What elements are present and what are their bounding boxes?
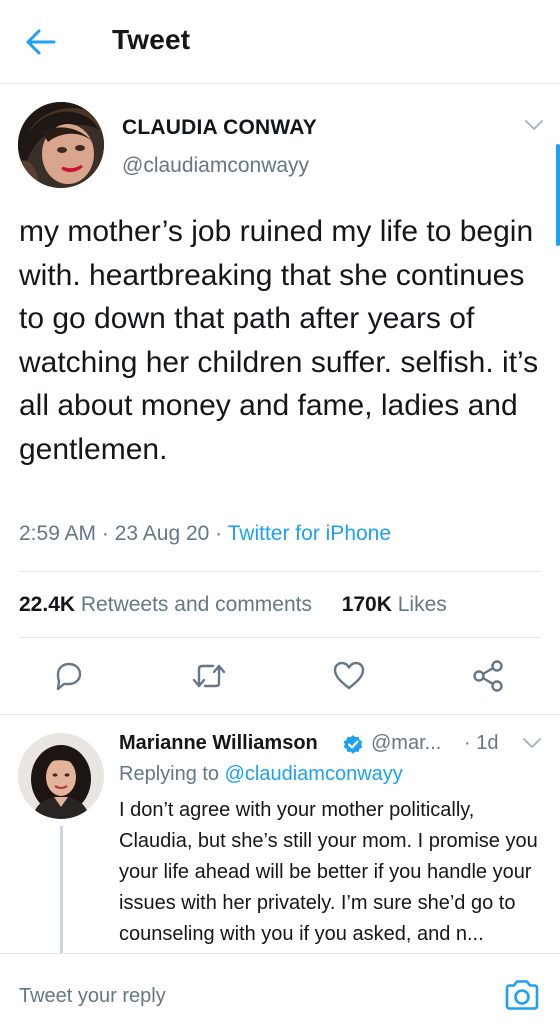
- reply-author-name[interactable]: Marianne Williamson: [119, 732, 318, 755]
- chevron-down-icon[interactable]: [523, 118, 545, 132]
- likes-stat[interactable]: 170K Likes: [342, 593, 447, 616]
- heart-icon: [333, 661, 365, 690]
- retweets-stat[interactable]: 22.4K Retweets and comments: [19, 593, 312, 616]
- divider: [0, 714, 560, 715]
- meta-separator: ·: [101, 522, 115, 545]
- retweets-label: Retweets and comments: [80, 593, 312, 616]
- reply-button[interactable]: [48, 656, 88, 696]
- reply-author-avatar[interactable]: [18, 733, 104, 819]
- tweet-time: 2:59 AM: [19, 522, 97, 545]
- likes-count: 170K: [341, 593, 392, 616]
- tweet-meta: 2:59 AM · 23 Aug 20 · Twitter for iPhone: [19, 522, 391, 546]
- retweets-count: 22.4K: [19, 593, 76, 616]
- page-title: Tweet: [112, 24, 191, 55]
- author-handle[interactable]: @claudiamconwayy: [122, 154, 309, 178]
- like-button[interactable]: [329, 656, 369, 696]
- verified-badge-icon: [343, 735, 363, 754]
- chevron-down-icon[interactable]: [521, 736, 543, 750]
- reply-composer: Tweet your reply: [0, 953, 560, 1024]
- reply-icon: [56, 662, 82, 691]
- reply-input[interactable]: Tweet your reply: [19, 985, 166, 1008]
- reply-text: I don’t agree with your mother political…: [119, 799, 538, 945]
- divider: [19, 571, 541, 572]
- scrollbar[interactable]: [556, 144, 560, 246]
- author-name[interactable]: CLAUDIA CONWAY: [122, 116, 317, 140]
- tweet-text: my mother’s job ruined my life to begin …: [19, 215, 539, 466]
- divider: [19, 637, 541, 638]
- tweet-source-link[interactable]: Twitter for iPhone: [228, 522, 391, 545]
- arrow-left-icon: [26, 29, 56, 55]
- retweet-button[interactable]: [189, 656, 229, 696]
- likes-label: Likes: [397, 593, 447, 616]
- tweet-date: 23 Aug 20: [114, 522, 210, 545]
- reply-author-handle[interactable]: @mar...: [371, 732, 441, 755]
- camera-icon: [505, 980, 539, 1010]
- reply-timestamp: · 1d: [464, 732, 499, 754]
- retweet-icon: [192, 664, 226, 688]
- tweet-stats: 22.4K Retweets and comments 170K Likes: [19, 593, 447, 617]
- share-icon: [473, 660, 503, 692]
- top-bar: Tweet: [0, 0, 560, 84]
- replying-to: Replying to @claudiamconwayy: [119, 763, 403, 786]
- replying-to-mention[interactable]: @claudiamconwayy: [225, 763, 403, 785]
- thread-line: [60, 826, 63, 954]
- replying-to-label: Replying to: [119, 763, 220, 785]
- back-button[interactable]: [24, 26, 58, 58]
- share-button[interactable]: [468, 656, 508, 696]
- reply-time-value: 1d: [476, 732, 499, 754]
- author-avatar[interactable]: [18, 102, 104, 188]
- meta-separator: ·: [215, 522, 228, 545]
- camera-button[interactable]: [503, 979, 541, 1011]
